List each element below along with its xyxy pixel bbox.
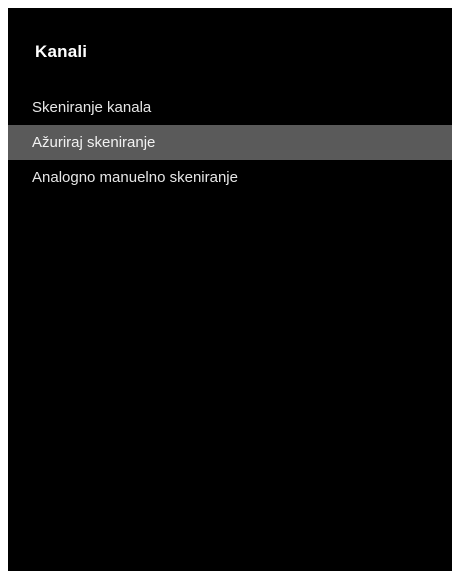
- menu-item-analog-manual-scan[interactable]: Analogno manuelno skeniranje: [8, 160, 452, 195]
- menu-item-channel-scan[interactable]: Skeniranje kanala: [8, 90, 452, 125]
- menu-title: Kanali: [35, 42, 88, 61]
- channels-menu-list: Skeniranje kanala Ažuriraj skeniranje An…: [8, 90, 452, 195]
- tv-menu-screen: Kanali Skeniranje kanala Ažuriraj skenir…: [8, 8, 452, 571]
- menu-item-update-scan[interactable]: Ažuriraj skeniranje: [8, 125, 452, 160]
